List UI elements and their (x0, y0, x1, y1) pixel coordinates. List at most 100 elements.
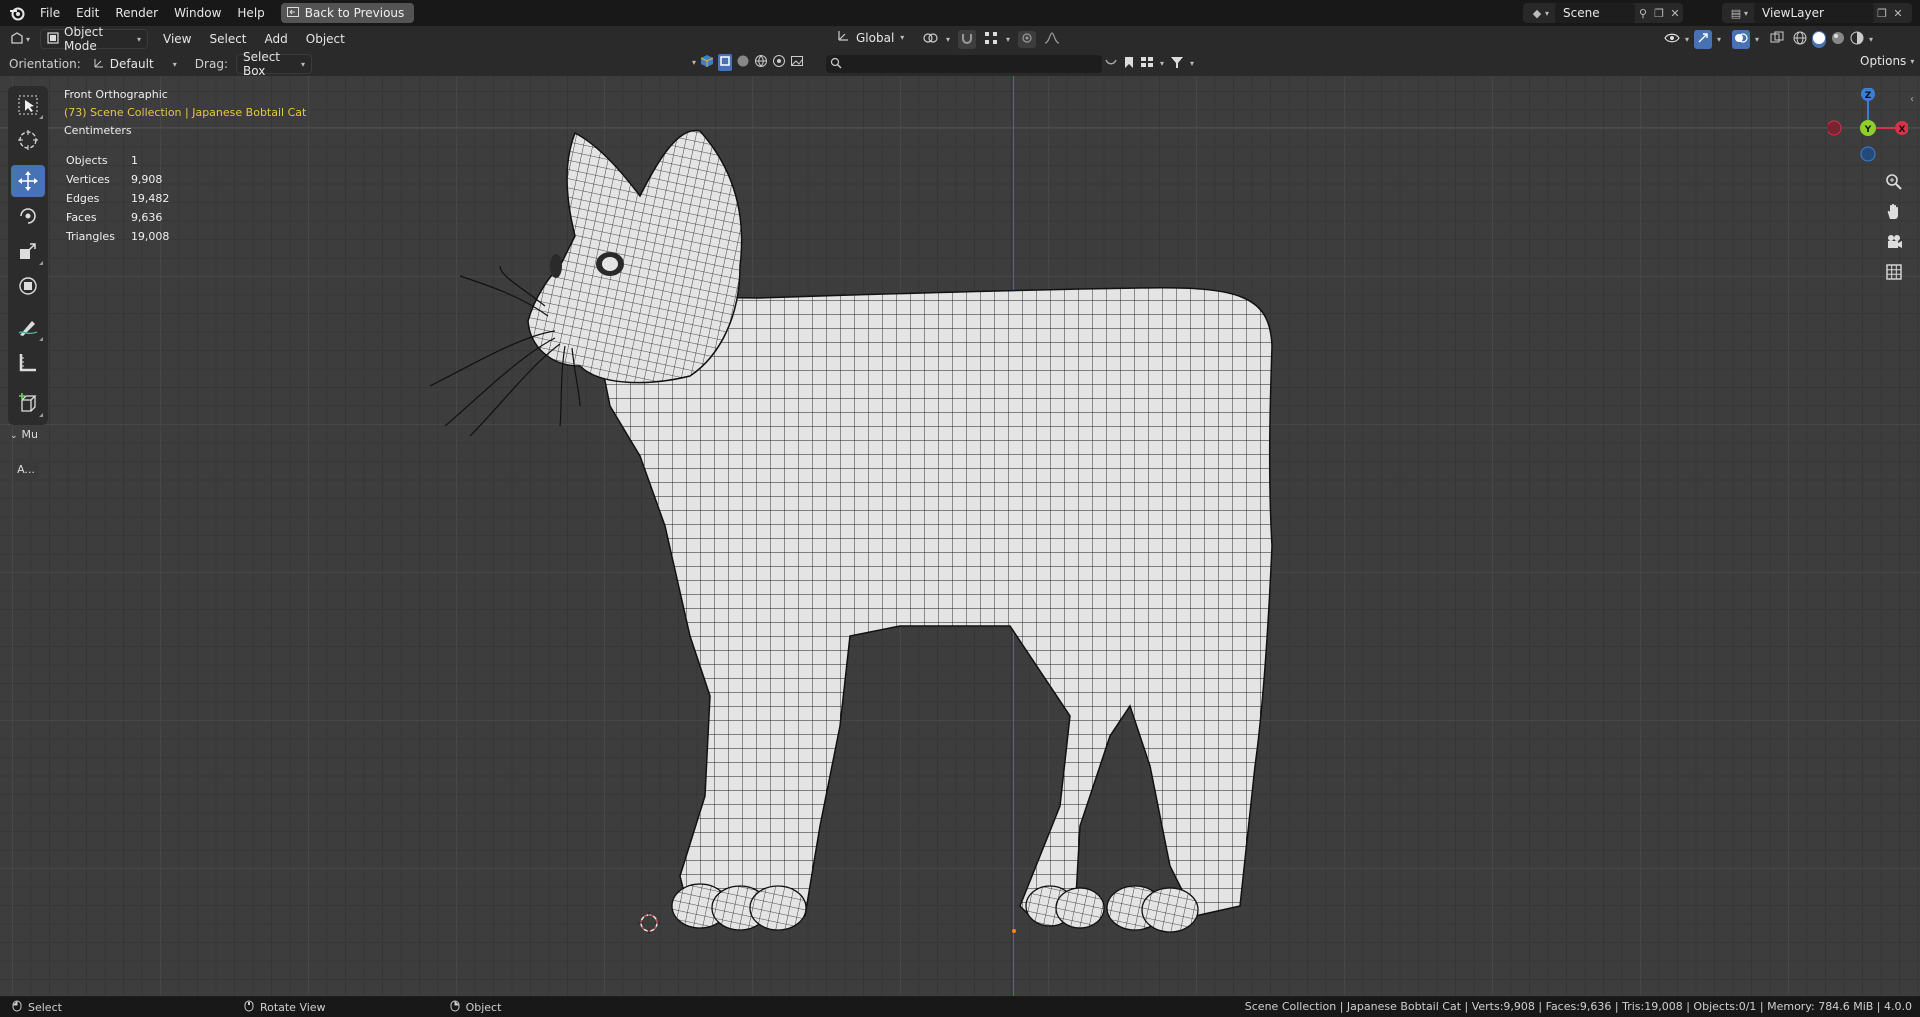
stat-value: 19,008 (130, 230, 170, 243)
move-tool[interactable] (11, 165, 45, 197)
solid-shading-icon[interactable] (1812, 31, 1827, 48)
3d-cursor-icon[interactable] (638, 912, 660, 937)
orientation-axes-icon (836, 29, 850, 46)
mouse-middle-icon (244, 1000, 254, 1015)
wireframe-shading-icon[interactable] (1793, 31, 1807, 48)
navigation-gizmo[interactable]: Z X Y (1828, 88, 1908, 168)
chevron-down-icon: ▾ (946, 35, 951, 44)
pin-icon[interactable]: ⚲ (1635, 5, 1651, 21)
menu-file[interactable]: File (32, 2, 68, 24)
material-filter-icon[interactable] (736, 54, 750, 71)
scene-selector[interactable]: ◆ ▾ Scene ⚲ ❐ ✕ (1523, 3, 1683, 23)
transform-orientation-dropdown[interactable]: Global ▾ (836, 29, 904, 46)
overlays-icon[interactable] (1732, 30, 1751, 49)
snap-icon[interactable] (958, 30, 977, 49)
3d-viewport[interactable]: Z X Y (0, 76, 1920, 996)
menu-object[interactable]: Object (297, 32, 354, 46)
pivot-point-icon[interactable] (922, 30, 938, 49)
drag-dropdown[interactable]: Select Box ▾ (235, 50, 312, 78)
image-filter-icon[interactable] (790, 54, 804, 71)
measure-tool[interactable] (11, 346, 45, 378)
new-view-layer-icon[interactable]: ❐ (1874, 5, 1890, 21)
back-to-previous-button[interactable]: Back to Previous (280, 3, 415, 23)
chevron-down-icon: ▾ (300, 59, 305, 69)
chevron-down-icon: ▾ (1755, 35, 1760, 44)
cursor-tool[interactable] (11, 124, 45, 156)
menu-window[interactable]: Window (166, 2, 229, 24)
collapsed-panel-header[interactable]: ⌄ Mu (10, 428, 38, 441)
close-icon[interactable]: ✕ (1667, 5, 1683, 21)
gizmo-z-label: Z (1865, 91, 1872, 101)
back-icon (286, 6, 299, 20)
orientation-dropdown[interactable]: Default ▾ (86, 54, 183, 74)
snap-increment-icon[interactable] (984, 31, 998, 48)
stat-label: Triangles (66, 230, 115, 243)
object-origin-dot (1012, 929, 1016, 933)
scene-name-field[interactable]: Scene (1555, 3, 1635, 23)
status-rotate-label: Rotate View (259, 1000, 326, 1014)
zoom-icon[interactable] (1882, 170, 1906, 194)
options-dropdown[interactable]: Options ▾ (1860, 54, 1914, 68)
japanese-bobtail-cat-mesh[interactable] (0, 76, 1920, 996)
menu-view[interactable]: View (154, 32, 200, 46)
filter-funnel-icon[interactable] (1170, 55, 1184, 72)
annotate-tool[interactable] (11, 311, 45, 343)
options-label: Options (1860, 54, 1907, 68)
chevron-down-icon: ▾ (1190, 59, 1195, 68)
chevron-down-icon: ▾ (1910, 56, 1915, 66)
proportional-editing-icon[interactable] (1018, 31, 1037, 48)
falloff-icon[interactable] (1044, 32, 1060, 47)
rotate-tool[interactable] (11, 200, 45, 232)
search-icon (830, 57, 842, 72)
pan-hand-icon[interactable] (1882, 200, 1906, 224)
outliner-filter-icon[interactable] (700, 54, 714, 71)
sidebar-toggle-icon[interactable]: ‹ (1910, 94, 1914, 105)
chevron-down-icon[interactable]: ▾ (692, 58, 696, 67)
panel-action-button[interactable]: A... (13, 459, 39, 479)
display-mode-icon[interactable] (1140, 55, 1154, 72)
close-icon[interactable]: ✕ (1890, 5, 1906, 21)
view-layer-selector[interactable]: ▤ ▾ ViewLayer ❐ ✕ (1722, 3, 1912, 23)
mode-dropdown[interactable]: Object Mode ▾ (40, 25, 148, 53)
material-shading-icon[interactable] (1831, 31, 1845, 48)
stat-label: Faces (66, 211, 97, 224)
scene-statistics: Objects 1 Vertices 9,908 Edges 19,482 Faces… (64, 150, 185, 247)
orientation-label: Orientation: (9, 57, 81, 71)
orientation-axes-icon (93, 57, 105, 72)
new-scene-icon[interactable]: ❐ (1651, 5, 1667, 21)
visibility-eye-icon[interactable] (1664, 31, 1680, 48)
asset-search-input[interactable] (826, 55, 1102, 73)
menu-render[interactable]: Render (107, 2, 166, 24)
camera-view-icon[interactable] (1882, 230, 1906, 254)
scale-tool[interactable] (11, 235, 45, 267)
add-cube-tool[interactable] (11, 387, 45, 419)
menu-select[interactable]: Select (200, 32, 255, 46)
stat-label: Objects (66, 154, 108, 167)
viewport-info-overlay: Front Orthographic (73) Scene Collection… (64, 86, 306, 140)
drag-value: Select Box (242, 50, 281, 78)
object-filter-icon[interactable] (718, 54, 733, 71)
editor-type-button[interactable]: ▾ (0, 31, 40, 48)
bookmark-icon[interactable] (1124, 56, 1134, 72)
transform-tool[interactable] (11, 270, 45, 302)
rendered-shading-icon[interactable] (1850, 31, 1864, 48)
orthographic-grid-icon[interactable] (1882, 260, 1906, 284)
tool-settings-bar: Orientation: Default ▾ Drag: Select Box … (0, 50, 1920, 78)
select-box-tool[interactable] (11, 89, 45, 121)
view-layer-name-field[interactable]: ViewLayer (1754, 3, 1875, 23)
menu-help[interactable]: Help (229, 2, 272, 24)
menu-add[interactable]: Add (256, 32, 297, 46)
blender-logo-icon[interactable] (8, 4, 26, 22)
status-bar: Select Rotate View Object Scene Collecti… (0, 997, 1920, 1017)
viewport-editor-icon (10, 31, 24, 48)
gizmo-toggle-icon[interactable] (1694, 30, 1713, 49)
status-object-label: Object (465, 1000, 502, 1014)
stat-value: 9,908 (130, 173, 163, 186)
chevron-down-icon: ▾ (136, 34, 141, 44)
menu-edit[interactable]: Edit (68, 2, 107, 24)
world-filter-icon[interactable] (754, 54, 768, 71)
hdri-filter-icon[interactable] (772, 54, 786, 71)
stat-value: 1 (130, 154, 138, 167)
clear-search-icon[interactable] (1104, 55, 1118, 72)
xray-toggle-icon[interactable] (1770, 31, 1784, 48)
